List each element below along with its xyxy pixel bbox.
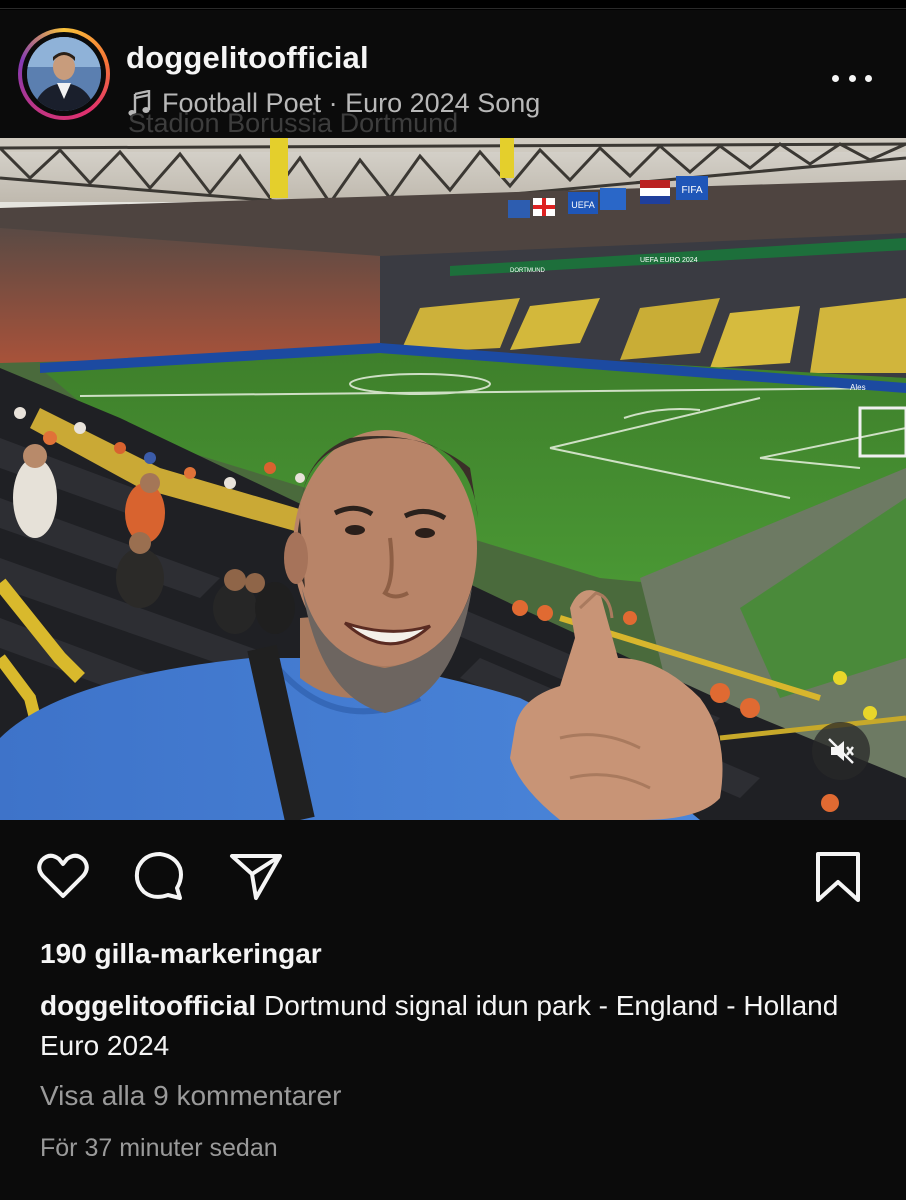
comment-bubble-icon[interactable] xyxy=(130,848,188,906)
heart-icon[interactable] xyxy=(34,848,92,906)
dortmund-board: DORTMUND xyxy=(510,268,546,274)
top-divider xyxy=(0,8,906,9)
like-count[interactable]: 190 gilla-markeringar xyxy=(40,938,322,970)
speaker-muted-icon[interactable] xyxy=(812,722,870,780)
uefa-board: UEFA xyxy=(571,200,595,210)
post-footer: 190 gilla-markeringar doggelitoofficial … xyxy=(0,820,906,1200)
stadium-selfie-image: UEFA FIFA UEFA EURO 2024 DORTMUND Ales xyxy=(0,138,906,820)
bookmark-icon[interactable] xyxy=(810,848,868,906)
view-all-comments-link[interactable]: Visa alla 9 kommentarer xyxy=(40,1080,341,1112)
ad-board: Ales xyxy=(850,383,866,392)
location-label[interactable]: Stadion Borussia Dortmund xyxy=(128,108,458,136)
post-timestamp: För 37 minuter sedan xyxy=(40,1134,278,1162)
fifa-board: FIFA xyxy=(681,185,702,196)
euro-board: UEFA EURO 2024 xyxy=(640,257,698,264)
username-link[interactable]: doggelitoofficial xyxy=(126,40,369,76)
more-options-icon[interactable] xyxy=(832,68,872,88)
story-ring[interactable] xyxy=(18,28,110,120)
caption: doggelitoofficial Dortmund signal idun p… xyxy=(40,986,880,1066)
avatar[interactable] xyxy=(27,37,101,111)
post-photo[interactable]: UEFA FIFA UEFA EURO 2024 DORTMUND Ales xyxy=(0,138,906,820)
caption-username[interactable]: doggelitoofficial xyxy=(40,990,256,1021)
post-header: doggelitoofficial Football Poet · Euro 2… xyxy=(0,10,906,138)
paper-plane-icon[interactable] xyxy=(228,848,286,906)
